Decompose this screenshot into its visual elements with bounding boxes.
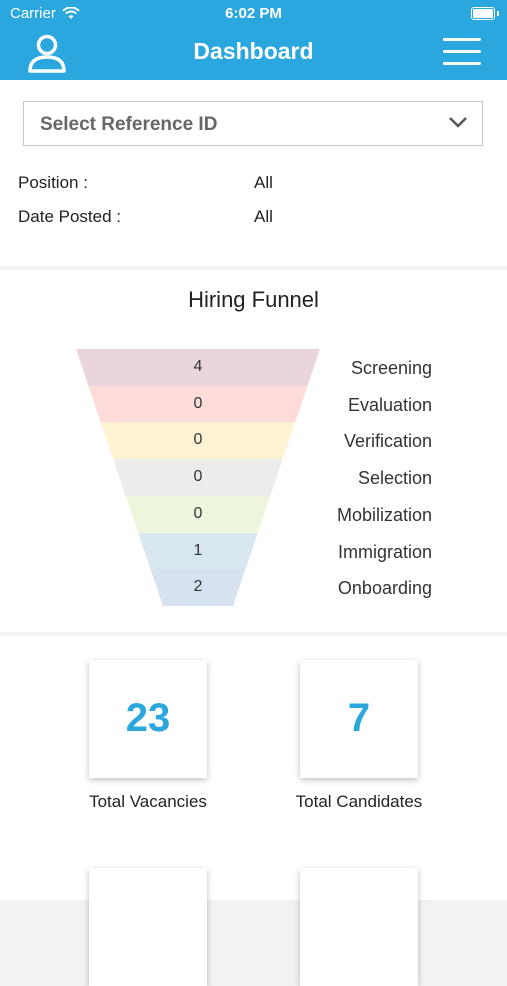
funnel-stage-count: 0 <box>193 431 203 449</box>
funnel-stage-label: Immigration <box>337 541 432 562</box>
reference-id-select[interactable]: Select Reference ID <box>23 101 483 146</box>
status-time: 6:02 PM <box>225 5 282 22</box>
page-title: Dashboard <box>193 38 314 64</box>
funnel-stage-selection: 0 Selection <box>0 459 507 497</box>
date-posted-row: Date Posted : All <box>18 207 273 227</box>
funnel-stage-verification: 0 Verification <box>0 422 507 460</box>
funnel-stage-count: 2 <box>193 578 203 596</box>
total-vacancies-label: Total Vacancies <box>89 792 207 811</box>
stat-card-4[interactable] <box>300 868 418 986</box>
date-posted-value: All <box>254 207 273 226</box>
total-candidates-label: Total Candidates <box>295 792 423 811</box>
hamburger-menu-icon[interactable] <box>443 38 481 68</box>
funnel-title: Hiring Funnel <box>188 287 319 312</box>
total-candidates-card[interactable]: 7 <box>300 660 418 778</box>
total-vacancies-card[interactable]: 23 <box>89 660 207 778</box>
funnel-stage-immigration: 1 Immigration <box>0 532 507 570</box>
battery-icon <box>471 7 499 20</box>
funnel-stage-count: 0 <box>193 468 203 486</box>
funnel-stage-label: Mobilization <box>336 504 432 525</box>
funnel-stage-count: 4 <box>193 358 203 375</box>
filter-card: Select Reference ID Position : All Date … <box>0 80 507 266</box>
funnel-stage-count: 1 <box>193 541 203 559</box>
position-row: Position : All <box>18 173 273 193</box>
position-value: All <box>254 173 273 192</box>
stat-card-3[interactable] <box>89 868 207 986</box>
stats-area: 23 Total Vacancies 7 Total Candidates <box>0 636 507 986</box>
funnel-stage-label: Screening <box>350 358 432 378</box>
funnel-stage-onboarding: 2 Onboarding <box>0 569 507 607</box>
funnel-stage-label: Onboarding <box>337 578 432 599</box>
select-placeholder: Select Reference ID <box>40 114 218 135</box>
funnel-stage-label: Verification <box>343 431 432 452</box>
hiring-funnel-card: Hiring Funnel 4 Screening 0 Evaluation 0 Veri… <box>0 270 507 632</box>
date-posted-label: Date Posted : <box>18 207 122 226</box>
chevron-down-icon <box>449 117 467 128</box>
total-vacancies-value: 23 <box>125 696 171 740</box>
total-candidates-value: 7 <box>347 696 371 740</box>
position-label: Position : <box>18 173 88 192</box>
funnel-stage-screening: 4 Screening <box>0 349 507 386</box>
funnel-stage-count: 0 <box>193 504 203 522</box>
funnel-stage-count: 0 <box>193 394 203 412</box>
funnel-stage-mobilization: 0 Mobilization <box>0 495 507 533</box>
nav-bar: Dashboard <box>0 28 507 80</box>
funnel-stage-label: Evaluation <box>347 394 432 415</box>
funnel-stage-label: Selection <box>357 468 432 489</box>
status-bar: Carrier 6:02 PM <box>0 0 507 28</box>
funnel-stage-evaluation: 0 Evaluation <box>0 385 507 423</box>
